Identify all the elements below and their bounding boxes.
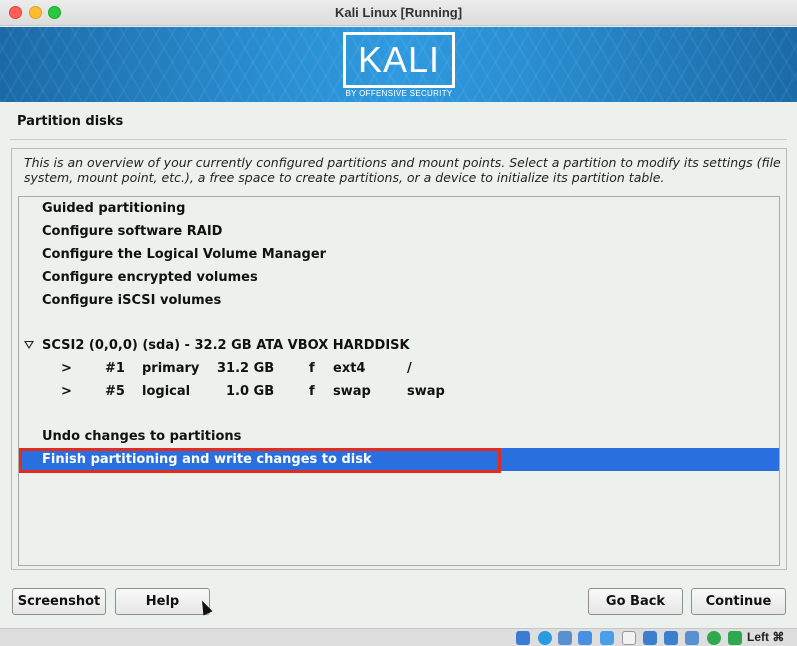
partition-mount-point: swap — [407, 384, 445, 399]
shared-folders-icon[interactable] — [622, 631, 636, 645]
vm-statusbar: Left ⌘ — [0, 628, 797, 646]
mouse-integration-icon[interactable] — [707, 631, 721, 645]
list-item-label: Configure the Logical Volume Manager — [42, 247, 327, 262]
list-item-partition-5[interactable]: > #5 logical 1.0 GB f swap swap — [19, 380, 779, 403]
window-titlebar: Kali Linux [Running] — [0, 0, 797, 26]
partition-filesystem: swap — [333, 384, 371, 399]
description-text: This is an overview of your currently co… — [24, 155, 781, 185]
display-icon[interactable] — [643, 631, 657, 645]
help-button[interactable]: Help — [115, 588, 210, 615]
usb-icon[interactable] — [600, 631, 614, 645]
page-title: Partition disks — [17, 114, 124, 129]
partition-list[interactable]: Guided partitioning Configure software R… — [18, 196, 780, 566]
partition-size: 1.0 GB — [226, 384, 275, 399]
close-window-button[interactable] — [9, 6, 22, 19]
list-item-undo-changes[interactable]: Undo changes to partitions — [19, 425, 779, 448]
expand-triangle-icon[interactable] — [24, 341, 34, 349]
partition-type: primary — [142, 361, 200, 376]
go-back-button[interactable]: Go Back — [588, 588, 683, 615]
kali-logo-text: KALI — [357, 39, 441, 80]
kali-banner: KALI BY OFFENSIVE SECURITY — [0, 27, 797, 102]
host-key-label: Left ⌘ — [747, 630, 785, 644]
partition-number: #1 — [105, 361, 125, 376]
title-divider — [10, 139, 787, 140]
keyboard-capture-icon[interactable] — [728, 631, 742, 645]
hard-disk-icon[interactable] — [516, 631, 530, 645]
content-panel: This is an overview of your currently co… — [11, 148, 787, 570]
kali-logo: KALI — [343, 32, 455, 88]
list-item-label: Undo changes to partitions — [42, 429, 242, 444]
list-item-encrypted-volumes[interactable]: Configure encrypted volumes — [19, 266, 779, 289]
partition-mount-point: / — [407, 361, 412, 376]
list-item-label: Finish partitioning and write changes to… — [42, 452, 372, 467]
list-item-label: Configure encrypted volumes — [42, 270, 258, 285]
list-item-lvm[interactable]: Configure the Logical Volume Manager — [19, 243, 779, 266]
virtualization-icon[interactable] — [685, 631, 699, 645]
partition-number: #5 — [105, 384, 125, 399]
partition-filesystem: ext4 — [333, 361, 366, 376]
kali-logo-subtitle: BY OFFENSIVE SECURITY — [345, 89, 453, 98]
partition-type: logical — [142, 384, 191, 399]
optical-drive-icon[interactable] — [538, 631, 552, 645]
installer-window: Partition disks This is an overview of y… — [0, 102, 797, 628]
partition-size: 31.2 GB — [217, 361, 275, 376]
partition-format-flag: f — [309, 361, 315, 376]
screenshot-button[interactable]: Screenshot — [12, 588, 106, 615]
video-capture-icon[interactable] — [664, 631, 678, 645]
list-item-label: Guided partitioning — [42, 201, 186, 216]
list-item-guided-partitioning[interactable]: Guided partitioning — [19, 197, 779, 220]
partition-format-flag: f — [309, 384, 315, 399]
window-title: Kali Linux [Running] — [334, 5, 463, 20]
minimize-window-button[interactable] — [29, 6, 42, 19]
partition-arrow: > — [61, 384, 72, 399]
list-item-software-raid[interactable]: Configure software RAID — [19, 220, 779, 243]
network-icon[interactable] — [578, 631, 592, 645]
list-item-label: Configure software RAID — [42, 224, 223, 239]
list-item-finish-partitioning[interactable]: Finish partitioning and write changes to… — [19, 448, 779, 473]
audio-icon[interactable] — [558, 631, 572, 645]
list-item-partition-1[interactable]: > #1 primary 31.2 GB f ext4 / — [19, 357, 779, 380]
list-item-iscsi-volumes[interactable]: Configure iSCSI volumes — [19, 289, 779, 312]
list-item-disk-sda[interactable]: SCSI2 (0,0,0) (sda) - 32.2 GB ATA VBOX H… — [19, 334, 779, 357]
continue-button[interactable]: Continue — [691, 588, 786, 615]
zoom-window-button[interactable] — [48, 6, 61, 19]
list-item-label: Configure iSCSI volumes — [42, 293, 222, 308]
disk-label: SCSI2 (0,0,0) (sda) - 32.2 GB ATA VBOX H… — [42, 338, 410, 353]
partition-arrow: > — [61, 361, 72, 376]
